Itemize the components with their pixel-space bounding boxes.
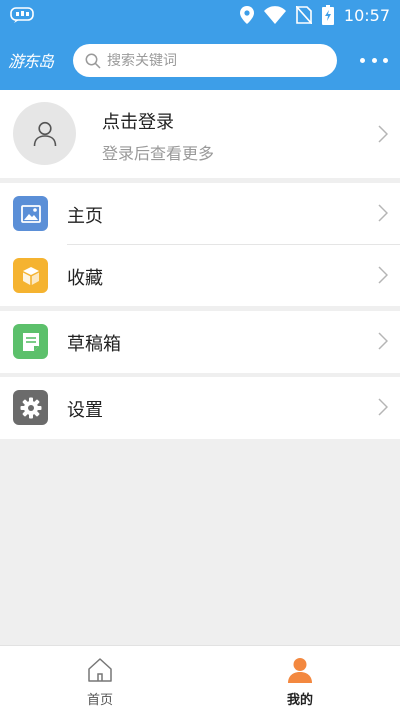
menu-group-main: 主页 收藏 [0, 183, 400, 306]
login-title: 点击登录 [102, 112, 174, 133]
search-input[interactable] [107, 52, 327, 69]
menu-group-drafts: 草稿箱 [0, 311, 400, 373]
search-icon [85, 53, 101, 69]
battery-charging-icon [321, 5, 334, 25]
app-logo[interactable]: 游东岛 [8, 48, 54, 72]
bottom-tab-bar: 首页 我的 [0, 645, 400, 711]
menu-item-drafts[interactable]: 草稿箱 [0, 311, 400, 373]
menu-item-home[interactable]: 主页 [0, 183, 400, 245]
gear-icon [13, 390, 48, 425]
app-notification-icon [10, 7, 34, 23]
login-card[interactable]: 点击登录 登录后查看更多 [0, 90, 400, 178]
user-icon [288, 658, 312, 683]
menu-group-settings: 设置 [0, 377, 400, 439]
more-menu-button[interactable] [360, 52, 388, 68]
user-icon [33, 121, 56, 146]
tab-mine[interactable]: 我的 [200, 646, 400, 711]
chevron-right-icon [378, 332, 388, 350]
chevron-right-icon [378, 266, 388, 284]
tab-mine-label: 我的 [286, 693, 313, 708]
location-icon [239, 6, 254, 24]
tab-home[interactable]: 首页 [0, 646, 200, 711]
status-time: 10:57 [343, 5, 390, 25]
status-bar: 10:57 [0, 0, 400, 30]
menu-label-home: 主页 [67, 206, 103, 227]
menu-item-settings[interactable]: 设置 [0, 377, 400, 439]
more-dots-icon [360, 57, 365, 63]
menu-label-favorites: 收藏 [67, 268, 103, 289]
menu-label-drafts: 草稿箱 [67, 334, 121, 355]
login-subtitle: 登录后查看更多 [102, 144, 215, 163]
menu-label-settings: 设置 [67, 400, 103, 421]
wifi-icon [263, 6, 286, 24]
chevron-right-icon [378, 125, 388, 143]
chevron-right-icon [378, 398, 388, 416]
search-bar[interactable] [73, 44, 337, 77]
chevron-right-icon [378, 204, 388, 222]
menu-item-favorites[interactable]: 收藏 [0, 245, 400, 307]
no-sim-icon [295, 6, 312, 24]
tab-home-label: 首页 [86, 693, 113, 708]
image-icon [13, 196, 48, 231]
avatar [13, 102, 76, 165]
app-header: 游东岛 [0, 30, 400, 90]
home-icon [88, 658, 112, 682]
box-icon [13, 258, 48, 293]
document-icon [13, 324, 48, 359]
